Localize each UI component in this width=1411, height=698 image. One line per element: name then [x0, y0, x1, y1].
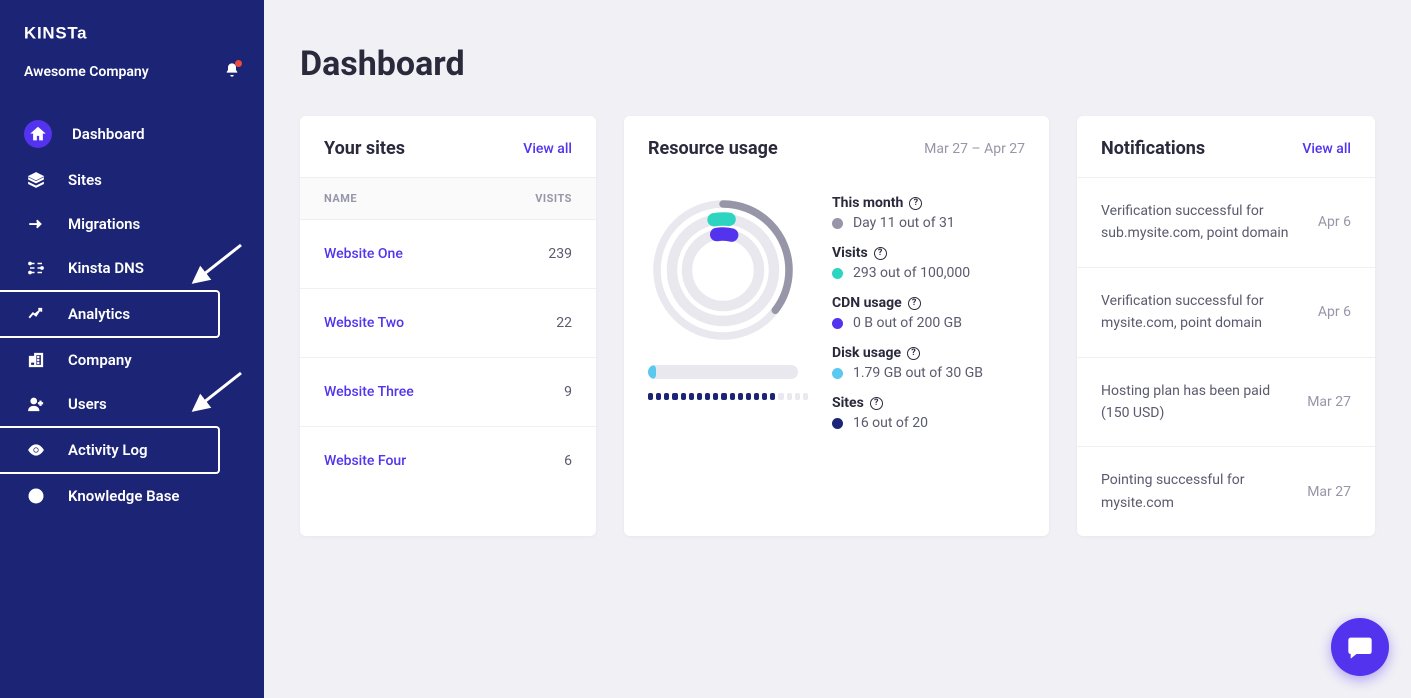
stat-label: Sites: [832, 395, 864, 411]
help-icon: [24, 484, 48, 508]
notifications-card: Notifications View all Verification succ…: [1077, 116, 1375, 536]
legend-dot: [832, 368, 843, 379]
notification-date: Mar 27: [1307, 484, 1351, 500]
sidebar-item-activity-log[interactable]: Activity Log: [0, 426, 220, 474]
site-visits: 239: [548, 246, 572, 262]
migrate-icon: [24, 212, 48, 236]
sidebar-item-sites[interactable]: Sites: [0, 158, 264, 202]
view-all-link[interactable]: View all: [1302, 141, 1351, 157]
site-row[interactable]: Website Four 6: [300, 427, 596, 495]
info-icon[interactable]: ?: [908, 297, 921, 310]
sidebar-item-label: Migrations: [68, 215, 140, 233]
sidebar-item-label: Company: [68, 351, 132, 369]
sidebar-item-label: Analytics: [68, 305, 130, 323]
date-range: Mar 27 – Apr 27: [924, 141, 1025, 157]
sites-dots: [648, 393, 808, 400]
your-sites-card: Your sites View all NAME VISITS Website …: [300, 116, 596, 536]
stat-label: Visits: [832, 245, 868, 261]
legend-dot: [832, 218, 843, 229]
sidebar-item-knowledge-base[interactable]: Knowledge Base: [0, 474, 264, 518]
notification-dot: [235, 60, 242, 67]
sidebar-item-label: Kinsta DNS: [68, 259, 144, 277]
card-title: Resource usage: [648, 138, 778, 159]
notification-text: Hosting plan has been paid (150 USD): [1101, 380, 1295, 425]
site-row[interactable]: Website Two 22: [300, 289, 596, 358]
legend-dot: [832, 268, 843, 279]
sidebar-item-label: Dashboard: [72, 125, 145, 143]
stat-value: 0 B out of 200 GB: [853, 315, 962, 331]
info-icon[interactable]: ?: [909, 197, 922, 210]
sidebar-item-users[interactable]: Users: [0, 382, 264, 426]
notification-date: Mar 27: [1307, 394, 1351, 410]
legend-dot: [832, 318, 843, 329]
sidebar-item-label: Knowledge Base: [68, 487, 179, 505]
stat-value: Day 11 out of 31: [853, 215, 955, 231]
users-icon: [24, 392, 48, 416]
sidebar-item-migrations[interactable]: Migrations: [0, 202, 264, 246]
site-name-link[interactable]: Website Two: [324, 315, 404, 331]
card-title: Your sites: [324, 138, 405, 159]
notifications-bell[interactable]: [224, 62, 240, 82]
stat-label: This month: [832, 195, 903, 211]
col-header-visits: VISITS: [535, 192, 572, 205]
site-name-link[interactable]: Website Three: [324, 384, 414, 400]
notification-text: Verification successful for mysite.com, …: [1101, 290, 1306, 335]
sidebar: KINSTa Awesome Company Dashboard Sites M…: [0, 0, 264, 698]
layers-icon: [24, 168, 48, 192]
eye-icon: [24, 438, 48, 462]
resource-usage-card: Resource usage Mar 27 – Apr 27: [624, 116, 1049, 536]
card-title: Notifications: [1101, 138, 1205, 159]
legend-dot: [832, 418, 843, 429]
site-visits: 9: [564, 384, 572, 400]
sidebar-item-dashboard[interactable]: Dashboard: [0, 110, 264, 158]
site-row[interactable]: Website Three 9: [300, 358, 596, 427]
dns-icon: [24, 256, 48, 280]
company-name[interactable]: Awesome Company: [24, 64, 149, 80]
resource-chart: [648, 195, 808, 445]
svg-text:KINSTa: KINSTa: [24, 23, 87, 42]
site-visits: 6: [564, 453, 572, 469]
disk-bar: [648, 365, 798, 379]
stat-value: 1.79 GB out of 30 GB: [853, 365, 983, 381]
sidebar-item-label: Sites: [68, 171, 102, 189]
site-visits: 22: [556, 315, 572, 331]
stat-label: Disk usage: [832, 345, 901, 361]
notification-row[interactable]: Hosting plan has been paid (150 USD) Mar…: [1077, 357, 1375, 447]
analytics-icon: [24, 302, 48, 326]
sidebar-item-dns[interactable]: Kinsta DNS: [0, 246, 264, 290]
stat-value: 16 out of 20: [853, 415, 928, 431]
info-icon[interactable]: ?: [870, 397, 883, 410]
chat-button[interactable]: [1331, 618, 1389, 676]
info-icon[interactable]: ?: [907, 347, 920, 360]
company-icon: [24, 348, 48, 372]
main-content: Dashboard Your sites View all NAME VISIT…: [264, 0, 1411, 698]
sidebar-item-label: Activity Log: [68, 441, 148, 459]
info-icon[interactable]: ?: [874, 247, 887, 260]
sidebar-item-label: Users: [68, 395, 107, 413]
home-icon: [24, 120, 52, 148]
page-title: Dashboard: [300, 44, 1375, 84]
brand-logo: KINSTa: [0, 22, 264, 52]
notification-date: Apr 6: [1318, 214, 1351, 230]
stat-label: CDN usage: [832, 295, 902, 311]
notification-row[interactable]: Verification successful for mysite.com, …: [1077, 267, 1375, 357]
view-all-link[interactable]: View all: [523, 141, 572, 157]
sidebar-item-analytics[interactable]: Analytics: [0, 290, 220, 338]
notification-row[interactable]: Verification successful for sub.mysite.c…: [1077, 177, 1375, 267]
notification-row[interactable]: Pointing successful for mysite.com Mar 2…: [1077, 446, 1375, 536]
site-name-link[interactable]: Website One: [324, 246, 403, 262]
notification-text: Pointing successful for mysite.com: [1101, 469, 1295, 514]
site-name-link[interactable]: Website Four: [324, 453, 406, 469]
sidebar-item-company[interactable]: Company: [0, 338, 264, 382]
stat-value: 293 out of 100,000: [853, 265, 970, 281]
notification-date: Apr 6: [1318, 304, 1351, 320]
col-header-name: NAME: [324, 192, 357, 205]
notification-text: Verification successful for sub.mysite.c…: [1101, 200, 1306, 245]
site-row[interactable]: Website One 239: [300, 220, 596, 289]
